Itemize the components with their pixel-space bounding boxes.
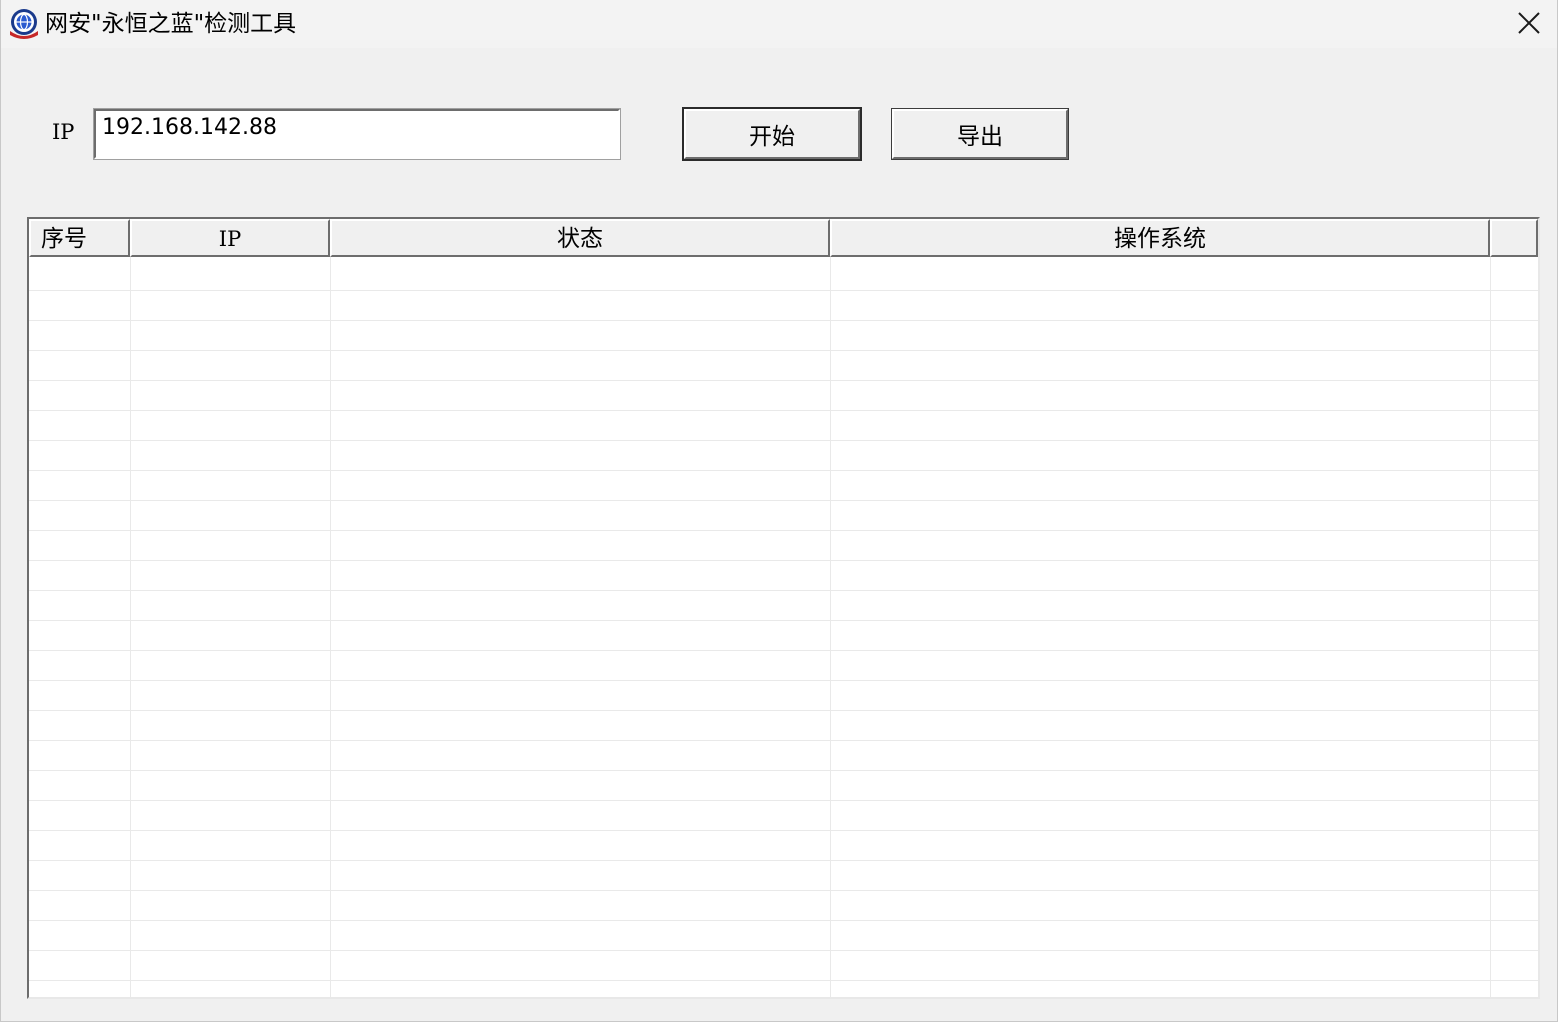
row-divider xyxy=(29,830,1538,831)
title-bar[interactable]: 网安"永恒之蓝"检测工具 xyxy=(1,0,1557,48)
row-divider xyxy=(29,650,1538,651)
row-divider xyxy=(29,770,1538,771)
row-divider xyxy=(29,800,1538,801)
app-window: 网安"永恒之蓝"检测工具 IP 192.168.142.88 开始 导出 序号 … xyxy=(0,0,1558,1022)
start-button[interactable]: 开始 xyxy=(682,107,862,161)
shield-globe-icon xyxy=(10,9,38,39)
row-divider xyxy=(29,560,1538,561)
table-body xyxy=(29,257,1538,997)
row-divider xyxy=(29,440,1538,441)
column-header-index[interactable]: 序号 xyxy=(29,219,130,257)
row-divider xyxy=(29,980,1538,981)
column-header-os[interactable]: 操作系统 xyxy=(830,219,1490,257)
row-divider xyxy=(29,290,1538,291)
row-divider xyxy=(29,350,1538,351)
column-header-filler xyxy=(1490,219,1538,257)
column-divider xyxy=(330,257,331,997)
row-divider xyxy=(29,710,1538,711)
close-button[interactable] xyxy=(1501,0,1557,46)
results-table[interactable]: 序号 IP 状态 操作系统 xyxy=(27,217,1540,999)
row-divider xyxy=(29,470,1538,471)
row-divider xyxy=(29,890,1538,891)
row-divider xyxy=(29,320,1538,321)
row-divider xyxy=(29,500,1538,501)
row-divider xyxy=(29,950,1538,951)
ip-input[interactable]: 192.168.142.88 xyxy=(93,108,621,160)
export-button[interactable]: 导出 xyxy=(891,108,1069,160)
ip-label: IP xyxy=(52,120,75,144)
column-header-ip[interactable]: IP xyxy=(130,219,330,257)
column-divider xyxy=(830,257,831,997)
row-divider xyxy=(29,740,1538,741)
row-divider xyxy=(29,680,1538,681)
close-icon xyxy=(1518,12,1540,34)
column-divider xyxy=(1490,257,1491,997)
row-divider xyxy=(29,920,1538,921)
row-divider xyxy=(29,410,1538,411)
row-divider xyxy=(29,380,1538,381)
column-header-status[interactable]: 状态 xyxy=(330,219,830,257)
row-divider xyxy=(29,620,1538,621)
window-title: 网安"永恒之蓝"检测工具 xyxy=(45,11,297,37)
row-divider xyxy=(29,530,1538,531)
row-divider xyxy=(29,590,1538,591)
table-header: 序号 IP 状态 操作系统 xyxy=(29,219,1538,257)
column-divider xyxy=(130,257,131,997)
row-divider xyxy=(29,860,1538,861)
